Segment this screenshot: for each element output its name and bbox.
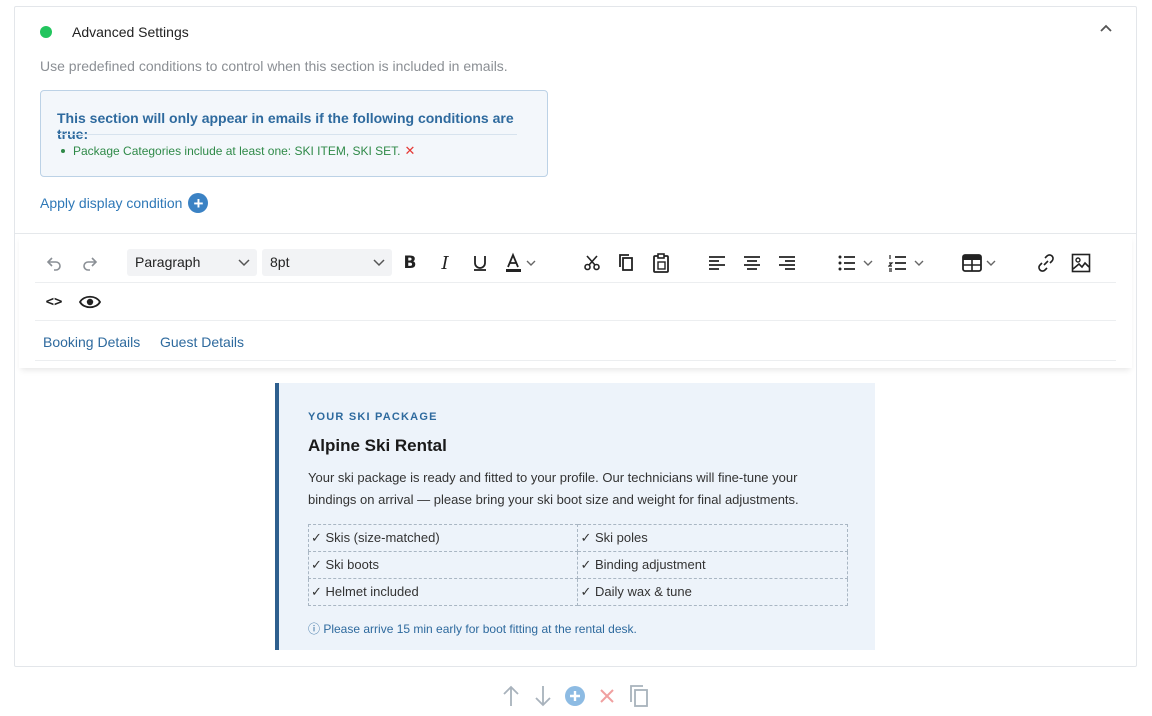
section-header[interactable]: Advanced Settings <box>15 7 1136 57</box>
move-down-icon[interactable] <box>530 683 556 709</box>
section-description: Use predefined conditions to control whe… <box>40 58 508 74</box>
table-cell: ✓ Ski boots <box>307 551 579 579</box>
copy-icon[interactable] <box>615 252 637 274</box>
condition-item: Package Categories include at least one:… <box>61 143 415 159</box>
email-body-text: Your ski package is ready and fitted to … <box>308 470 799 507</box>
tab-guest-details[interactable]: Guest Details <box>160 334 244 350</box>
conditions-box: This section will only appear in emails … <box>40 90 548 177</box>
email-note: ⓘ Please arrive 15 min early for boot fi… <box>308 622 637 636</box>
bullet-icon <box>61 148 65 153</box>
move-up-icon[interactable] <box>498 683 524 709</box>
section-card: Advanced Settings Use predefined conditi… <box>14 6 1137 667</box>
delete-icon[interactable] <box>594 683 620 709</box>
chevron-up-icon[interactable] <box>1098 21 1114 37</box>
table-row: ✓ Skis (size-matched) ✓ Ski poles <box>307 524 848 552</box>
table-cell: ✓ Daily wax & tune <box>577 578 848 606</box>
chevron-down-icon <box>373 259 385 267</box>
underline-icon[interactable] <box>469 252 491 274</box>
table-row: ✓ Helmet included ✓ Daily wax & tune <box>307 578 848 606</box>
table-cell: ✓ Skis (size-matched) <box>307 524 579 552</box>
align-center-icon[interactable] <box>741 252 763 274</box>
redo-icon[interactable] <box>79 252 101 274</box>
table-row: ✓ Ski boots ✓ Binding adjustment <box>307 551 848 579</box>
bullet-list-icon[interactable] <box>837 252 877 274</box>
image-icon[interactable] <box>1070 252 1092 274</box>
font-size-select[interactable]: 8pt <box>262 249 392 276</box>
align-left-icon[interactable] <box>706 252 728 274</box>
source-code-icon[interactable]: <> <box>43 291 65 313</box>
table-cell: ✓ Helmet included <box>307 578 579 606</box>
add-circle-icon[interactable]: + <box>188 193 209 213</box>
italic-icon[interactable]: I <box>434 252 456 274</box>
apply-display-condition-link[interactable]: Apply display condition + <box>40 193 209 213</box>
block-format-value: Paragraph <box>135 254 201 270</box>
add-icon[interactable] <box>562 683 588 709</box>
bold-icon[interactable]: B <box>399 252 421 274</box>
toolbar-row-1: Paragraph 8pt B I <box>35 244 1116 283</box>
package-items-table: ✓ Skis (size-matched) ✓ Ski poles ✓ Ski … <box>307 524 848 606</box>
remove-condition-icon[interactable]: ✕ <box>405 143 416 158</box>
email-eyebrow: YOUR SKI PACKAGE <box>308 411 438 423</box>
paste-icon[interactable] <box>650 252 672 274</box>
chevron-down-icon <box>238 259 250 267</box>
toolbar-row-2: <> <box>35 283 1116 321</box>
block-format-select[interactable]: Paragraph <box>127 249 257 276</box>
condition-text: Package Categories include at least one:… <box>73 144 401 158</box>
duplicate-icon[interactable] <box>626 683 652 709</box>
section-title: Advanced Settings <box>72 24 189 40</box>
merge-tag-tabs: Booking Details Guest Details <box>35 321 1116 361</box>
text-color-icon[interactable] <box>504 252 540 274</box>
cut-icon[interactable] <box>581 252 603 274</box>
undo-icon[interactable] <box>43 252 65 274</box>
table-cell: ✓ Binding adjustment <box>577 551 848 579</box>
align-right-icon[interactable] <box>776 252 798 274</box>
link-icon[interactable] <box>1035 252 1057 274</box>
numbered-list-icon[interactable] <box>888 252 928 274</box>
font-size-value: 8pt <box>270 254 290 270</box>
table-cell: ✓ Ski poles <box>577 524 848 552</box>
tab-booking-details[interactable]: Booking Details <box>43 334 140 350</box>
email-content-block[interactable]: YOUR SKI PACKAGE Alpine Ski Rental Your … <box>275 383 875 650</box>
conditions-heading: This section will only appear in emails … <box>57 110 514 142</box>
table-icon[interactable] <box>962 252 1002 274</box>
conditions-divider <box>57 134 517 135</box>
editor-toolbar: Paragraph 8pt B I <> Booking Details Gue… <box>19 234 1132 368</box>
email-title: Alpine Ski Rental <box>308 436 447 455</box>
apply-condition-label: Apply display condition <box>40 195 183 211</box>
section-actions <box>0 683 1152 711</box>
status-dot-icon <box>40 26 52 38</box>
preview-icon[interactable] <box>79 291 101 313</box>
